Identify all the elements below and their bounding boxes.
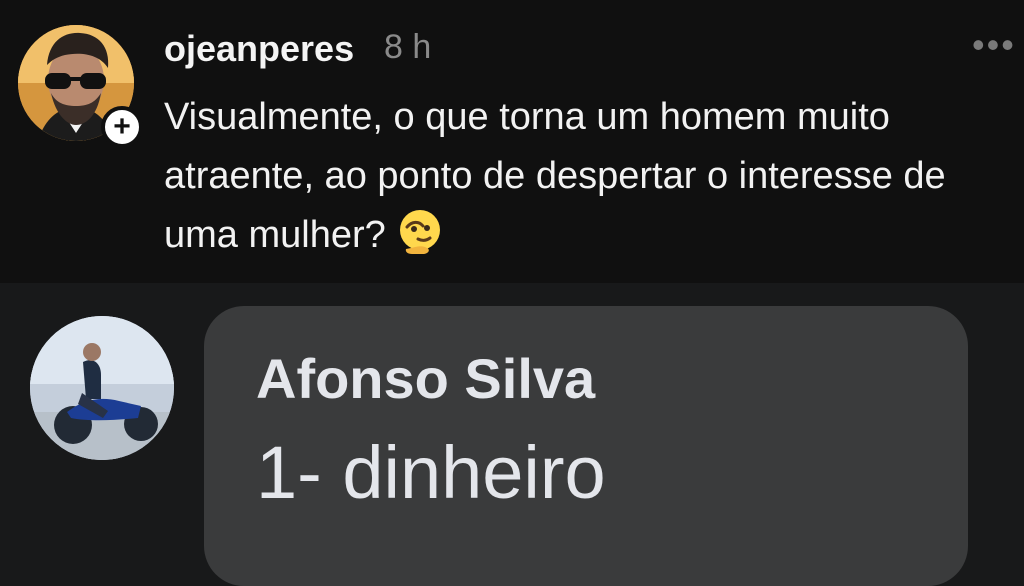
motorcycle-rider-avatar-image: [30, 316, 174, 460]
comment-text: 1- dinheiro: [256, 431, 606, 514]
post-username[interactable]: ojeanperes: [164, 28, 354, 70]
follow-plus-button[interactable]: +: [101, 106, 143, 148]
comment-author-avatar[interactable]: [30, 316, 174, 460]
post-time: 8 h: [384, 28, 432, 66]
post-text: Visualmente, o que torna um homem muito …: [164, 96, 946, 256]
comment-author-name[interactable]: Afonso Silva: [256, 346, 595, 411]
post-card: + ojeanperes 8 h ••• Visualmente, o que …: [0, 0, 1024, 283]
thinking-face-icon: [400, 210, 441, 254]
post-content: Visualmente, o que torna um homem muito …: [164, 88, 1014, 265]
more-options-icon[interactable]: •••: [972, 24, 1016, 66]
